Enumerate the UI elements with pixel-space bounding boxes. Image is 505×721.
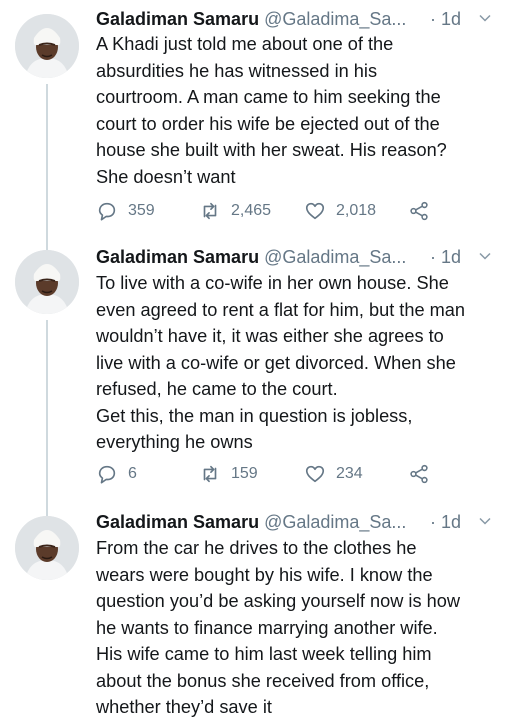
comment-bubble-icon — [98, 465, 116, 484]
reply-button[interactable]: 6 — [96, 461, 137, 487]
display-name[interactable]: Galadiman Samaru — [96, 512, 259, 532]
thread-line — [46, 84, 48, 250]
retweet-arrows-icon — [203, 465, 217, 483]
timestamp[interactable]: · 1d — [430, 245, 461, 269]
tweet-text-line: From the car he drives to the clothes he — [96, 538, 417, 558]
avatar-image — [15, 14, 79, 78]
tweet-header: Galadiman Samaru @Galadima_Sa... · 1d — [96, 510, 495, 534]
user-handle[interactable]: @Galadima_Sa... — [264, 247, 406, 267]
share-button[interactable] — [408, 461, 430, 487]
reply-count: 359 — [128, 202, 155, 219]
chevron-down-icon[interactable] — [477, 248, 493, 264]
avatar[interactable] — [15, 516, 79, 580]
avatar-image — [15, 250, 79, 314]
retweet-button[interactable]: 2,465 — [199, 198, 271, 224]
heart-outline-icon — [305, 202, 325, 220]
timestamp[interactable]: · 1d — [430, 510, 461, 534]
tweet-text-line: Get this, the man in question is jobless… — [96, 405, 413, 426]
tweet-text-line: wears were bought by his wife. I know th… — [96, 564, 433, 585]
reply-count: 6 — [128, 465, 137, 482]
tweet-text: To live with a co-wife in her own house.… — [96, 270, 498, 456]
tweet-text-line: everything he owns — [96, 432, 253, 452]
tweet-text-line: house she built with her sweat. His reas… — [96, 140, 447, 160]
avatar[interactable] — [15, 250, 79, 314]
tweet-text-line: whether they’d save it — [96, 697, 272, 717]
chevron-down-icon[interactable] — [477, 513, 493, 529]
tweet-text: A Khadi just told me about one of the ab… — [96, 31, 498, 190]
tweet-text-line: She doesn’t want — [96, 166, 236, 187]
tweet-actions: 359 2,465 2,018 — [96, 198, 496, 224]
tweet-text-line: A Khadi just told me about one of the — [96, 34, 394, 54]
tweet-text: From the car he drives to the clothes he… — [96, 535, 498, 721]
tweet-header: Galadiman Samaru @Galadima_Sa... · 1d — [96, 7, 495, 31]
retweet-count: 2,465 — [231, 202, 272, 219]
timestamp[interactable]: · 1d — [430, 7, 461, 31]
heart-outline-icon — [305, 465, 325, 483]
retweet-arrows-icon — [203, 202, 217, 220]
like-count: 234 — [336, 465, 363, 482]
tweet-text-line: he wants to finance marrying another wif… — [96, 617, 438, 638]
like-count: 2,018 — [336, 202, 377, 219]
avatar[interactable] — [15, 14, 79, 78]
share-nodes-icon — [410, 201, 428, 221]
tweet-text-line: absurdities he has witnessed in his — [96, 60, 378, 81]
tweet-text-line: refused, he came to the court. — [96, 379, 338, 399]
tweet-text-line: live with a co-wife or get divorced. Whe… — [96, 352, 456, 373]
display-name[interactable]: Galadiman Samaru — [96, 9, 259, 29]
display-name[interactable]: Galadiman Samaru — [96, 247, 259, 267]
tweet-actions: 6 159 234 — [96, 461, 496, 487]
avatar-image — [15, 516, 79, 580]
thread-line — [46, 320, 48, 516]
retweet-count: 159 — [231, 465, 258, 482]
chevron-down-icon[interactable] — [477, 10, 493, 26]
tweet-text-line: question you’d be asking yourself now is… — [96, 591, 460, 611]
user-handle[interactable]: @Galadima_Sa... — [264, 9, 406, 29]
retweet-button[interactable]: 159 — [199, 461, 258, 487]
user-handle[interactable]: @Galadima_Sa... — [264, 512, 406, 532]
share-button[interactable] — [408, 198, 430, 224]
tweet-text-line: To live with a co-wife in her own house.… — [96, 273, 449, 293]
tweet-text-line: even agreed to rent a flat for him, but … — [96, 299, 466, 320]
tweet-text-line: court to order his wife be ejected out o… — [96, 113, 440, 134]
tweet-text-line: about the bonus she received from office… — [96, 670, 430, 691]
like-button[interactable]: 2,018 — [304, 198, 376, 224]
comment-bubble-icon — [98, 202, 116, 221]
tweet-text-line: wouldn’t have it, it was either she agre… — [96, 326, 444, 346]
reply-button[interactable]: 359 — [96, 198, 155, 224]
tweet-header: Galadiman Samaru @Galadima_Sa... · 1d — [96, 245, 495, 269]
like-button[interactable]: 234 — [304, 461, 363, 487]
tweet-text-line: courtroom. A man came to him seeking the — [96, 87, 441, 107]
share-nodes-icon — [410, 464, 428, 484]
tweet-text-line: His wife came to him last week telling h… — [96, 644, 432, 664]
